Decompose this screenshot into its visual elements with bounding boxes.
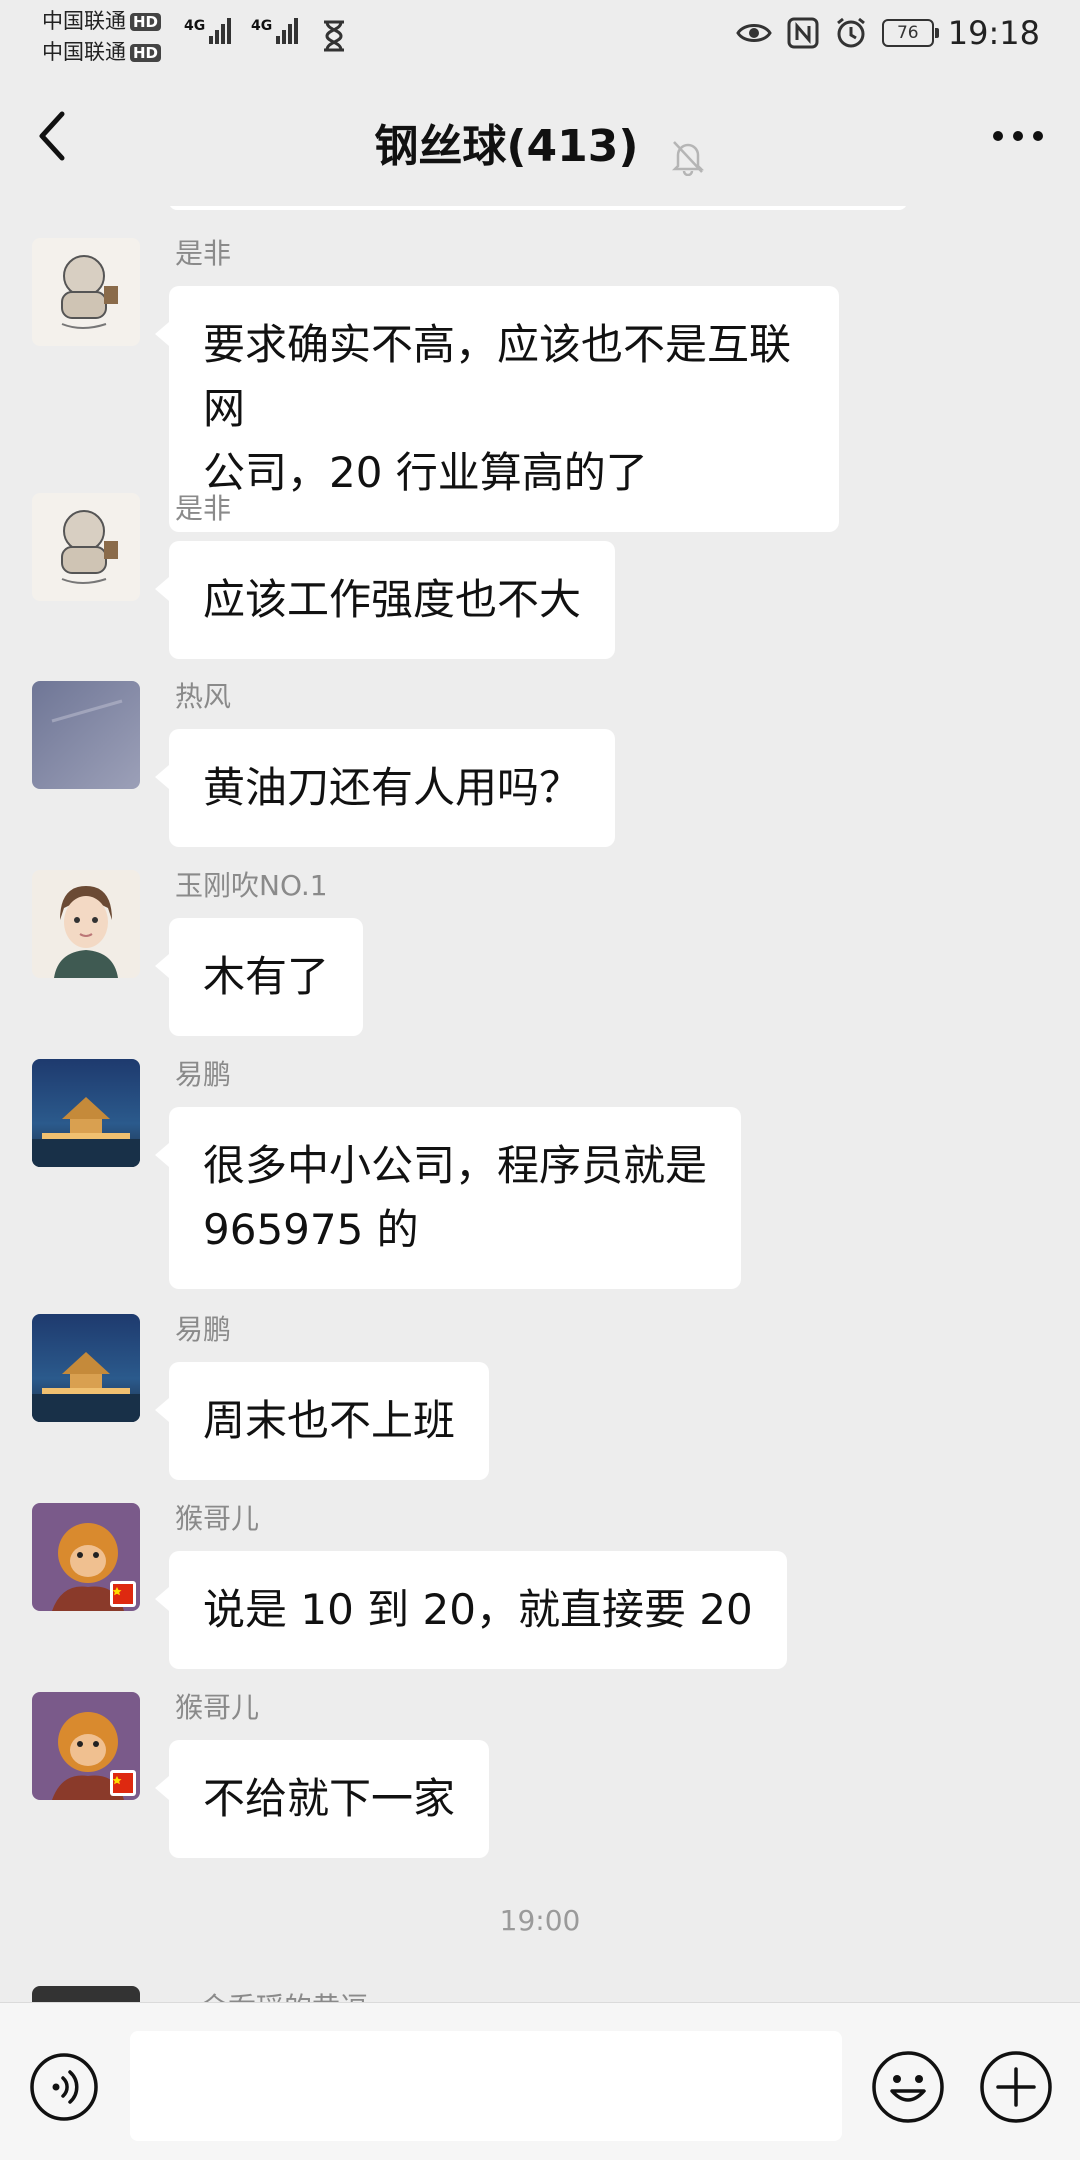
alarm-icon bbox=[836, 17, 865, 48]
hd-badge: HD bbox=[130, 12, 162, 31]
signal-icon: 4G bbox=[184, 18, 232, 44]
message-text: 黄油刀还有人用吗？ bbox=[203, 763, 582, 812]
chat-header: 钢丝球(413) bbox=[0, 66, 1080, 206]
sender-name: 会乔瑶的黄逗 bbox=[200, 1986, 368, 2002]
battery-icon: 76 bbox=[881, 19, 939, 47]
sender-name: 玉刚吹NO.1 bbox=[175, 869, 328, 902]
avatar[interactable] bbox=[32, 870, 140, 978]
avatar[interactable] bbox=[32, 238, 140, 346]
signal-icon: 4G bbox=[251, 18, 299, 44]
carrier-info: 中国联通 HD 中国联通 HD bbox=[42, 6, 162, 68]
avatar[interactable] bbox=[32, 493, 140, 601]
clock: 19:18 bbox=[947, 14, 1040, 52]
mute-bell-icon bbox=[671, 140, 704, 176]
sender-name: 是非 bbox=[175, 492, 232, 525]
message-bubble[interactable]: 黄油刀还有人用吗？ bbox=[154, 729, 616, 847]
sender-name: 猴哥儿 bbox=[175, 1691, 260, 1724]
message-text: 说是 10 到 20，就直接要 20 bbox=[203, 1585, 753, 1634]
partial-message-item: 会乔瑶的黄逗 bbox=[0, 1986, 1080, 2002]
hourglass-icon bbox=[324, 20, 344, 52]
avatar[interactable] bbox=[32, 681, 140, 789]
message-bubble[interactable]: 周末也不上班 bbox=[154, 1362, 490, 1480]
avatar[interactable] bbox=[32, 1986, 140, 2002]
nfc-icon bbox=[787, 17, 819, 49]
previous-bubble-edge bbox=[169, 206, 907, 210]
message-text: 周末也不上班 bbox=[203, 1396, 456, 1445]
avatar[interactable] bbox=[32, 1059, 140, 1167]
voice-icon[interactable] bbox=[28, 2051, 100, 2123]
message-text: 木有了 bbox=[203, 952, 330, 1001]
avatar[interactable] bbox=[32, 1503, 140, 1611]
carrier-name-2: 中国联通 bbox=[42, 40, 126, 64]
message-bubble[interactable]: 要求确实不高，应该也不是互联网 公司，20 行业算高的了 bbox=[155, 286, 839, 532]
input-bar bbox=[0, 2002, 1080, 2160]
avatar[interactable] bbox=[32, 1314, 140, 1422]
chat-title: 钢丝球(413) bbox=[374, 121, 639, 172]
emoji-icon[interactable] bbox=[870, 2049, 946, 2125]
carrier-name-1: 中国联通 bbox=[42, 9, 126, 33]
sender-name: 易鹏 bbox=[175, 1313, 232, 1346]
message-bubble[interactable]: 不给就下一家 bbox=[154, 1740, 490, 1858]
sender-name: 易鹏 bbox=[175, 1058, 232, 1091]
sender-name: 猴哥儿 bbox=[175, 1502, 260, 1535]
avatar[interactable] bbox=[32, 1692, 140, 1800]
message-text: 很多中小公司，程序员就是 965975 的 bbox=[203, 1141, 708, 1254]
status-bar: 中国联通 HD 中国联通 HD 4G 4G 76 19:18 bbox=[0, 0, 1080, 66]
message-bubble[interactable]: 很多中小公司，程序员就是 965975 的 bbox=[154, 1107, 742, 1289]
sender-name: 是非 bbox=[175, 237, 232, 270]
message-bubble[interactable]: 应该工作强度也不大 bbox=[154, 541, 616, 659]
message-list[interactable]: 是非 要求确实不高，应该也不是互联网 公司，20 行业算高的了 是非 应该工作强… bbox=[0, 206, 1080, 2002]
more-icon[interactable] bbox=[990, 126, 1046, 146]
plus-icon[interactable] bbox=[978, 2049, 1054, 2125]
hd-badge: HD bbox=[130, 43, 162, 62]
message-bubble[interactable]: 木有了 bbox=[154, 918, 364, 1036]
eye-icon bbox=[736, 24, 772, 42]
sender-name: 热风 bbox=[175, 680, 232, 713]
message-text: 不给就下一家 bbox=[203, 1774, 456, 1823]
message-bubble[interactable]: 说是 10 到 20，就直接要 20 bbox=[155, 1551, 787, 1669]
message-text: 应该工作强度也不大 bbox=[203, 575, 582, 624]
message-input[interactable] bbox=[130, 2031, 842, 2141]
time-divider: 19:00 bbox=[499, 1904, 581, 1937]
message-text: 要求确实不高，应该也不是互联网 公司，20 行业算高的了 bbox=[203, 320, 792, 497]
